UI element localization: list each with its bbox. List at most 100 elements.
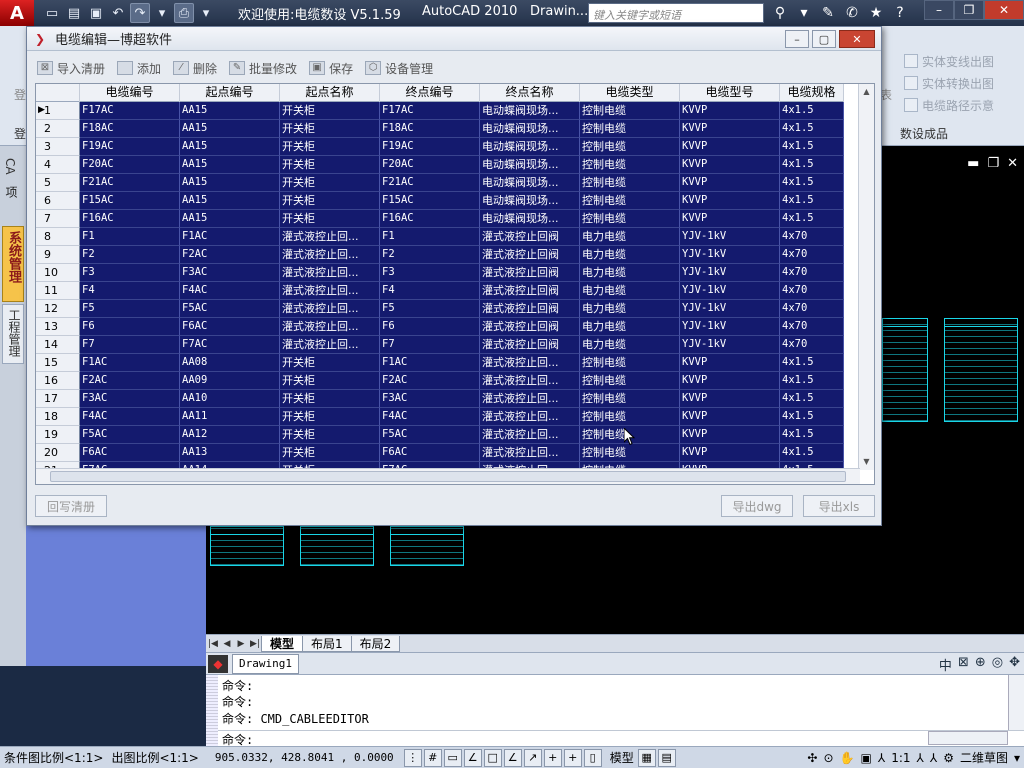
table-cell[interactable]: F15AC	[380, 192, 480, 210]
row-header[interactable]: 14	[36, 336, 80, 354]
table-cell[interactable]: KVVP	[680, 102, 780, 120]
tab-system-management[interactable]: 系统管理	[2, 226, 24, 302]
table-cell[interactable]: 4x1.5	[780, 120, 844, 138]
table-row[interactable]: 11 F4 F4AC 灌式液控止回... F4 灌式液控止回阀 电力电缆 YJV-1kV 4x7…	[36, 282, 860, 300]
table-row[interactable]: ▶ 1 F17AC AA15 开关柜 F17AC 电动蝶阀现场... 控制电缆 KVVP 4x1.…	[36, 102, 860, 120]
ribbon-entity-line-output[interactable]: 实体变线出图	[880, 50, 1024, 72]
ducs-icon[interactable]: ↗	[523, 748, 542, 767]
table-cell[interactable]: 灌式液控止回...	[280, 246, 380, 264]
tab-layout1[interactable]: 布局1	[302, 635, 352, 652]
table-cell[interactable]: 灌式液控止回...	[480, 354, 580, 372]
osnap-icon[interactable]: □	[483, 748, 502, 767]
table-cell[interactable]: YJV-1kV	[680, 264, 780, 282]
column-header[interactable]: 终点名称	[480, 84, 580, 102]
table-cell[interactable]: F6	[380, 318, 480, 336]
table-cell[interactable]: 控制电缆	[580, 120, 680, 138]
table-cell[interactable]: F4AC	[180, 282, 280, 300]
table-cell[interactable]: 灌式液控止回...	[280, 336, 380, 354]
open-file-icon[interactable]: ▤	[64, 3, 84, 23]
tools-dropdown-icon[interactable]: ▾	[794, 3, 814, 23]
export-xls-button[interactable]: 导出xls	[803, 495, 875, 517]
help-icon[interactable]: ?	[890, 3, 910, 23]
next-tab-icon[interactable]: ▶	[234, 639, 248, 649]
table-cell[interactable]: KVVP	[680, 210, 780, 228]
tab-model[interactable]: 模型	[261, 635, 304, 652]
viewport-restore-icon[interactable]: ❐	[987, 156, 999, 171]
showmotion-icon[interactable]: ▣	[861, 751, 872, 765]
table-cell[interactable]: F2	[80, 246, 180, 264]
quick-view-layouts-icon[interactable]: ▦	[637, 748, 656, 767]
table-cell[interactable]: F16AC	[380, 210, 480, 228]
tab-project-management[interactable]: 工程管理	[2, 304, 24, 364]
table-cell[interactable]: 控制电缆	[580, 174, 680, 192]
device-management-button[interactable]: ⬡ 设备管理	[365, 60, 433, 77]
qat-more-icon[interactable]: ▾	[196, 3, 216, 23]
snap-icon[interactable]: ⋮	[403, 748, 422, 767]
table-cell[interactable]: 开关柜	[280, 408, 380, 426]
table-cell[interactable]: YJV-1kV	[680, 228, 780, 246]
pan-icon[interactable]: ✥	[1009, 655, 1020, 674]
table-cell[interactable]: 电力电缆	[580, 300, 680, 318]
table-cell[interactable]: F7	[80, 336, 180, 354]
command-scrollbar[interactable]	[1008, 675, 1024, 733]
grid-icon[interactable]: #	[423, 748, 442, 767]
table-cell[interactable]: F6AC	[180, 318, 280, 336]
add-button[interactable]: 添加	[117, 60, 161, 77]
table-cell[interactable]: F17AC	[80, 102, 180, 120]
table-cell[interactable]: 灌式液控止回阀	[480, 228, 580, 246]
table-cell[interactable]: 灌式液控止回...	[280, 264, 380, 282]
table-cell[interactable]: 电动蝶阀现场...	[480, 102, 580, 120]
table-cell[interactable]: F5	[380, 300, 480, 318]
row-header[interactable]: 9	[36, 246, 80, 264]
table-row[interactable]: 18 F4AC AA11 开关柜 F4AC 灌式液控止回... 控制电缆 KVVP 4x1.5	[36, 408, 860, 426]
table-cell[interactable]: KVVP	[680, 174, 780, 192]
search-input[interactable]: 键入关键字或短语	[588, 3, 764, 23]
table-cell[interactable]: 电动蝶阀现场...	[480, 120, 580, 138]
table-row[interactable]: 16 F2AC AA09 开关柜 F2AC 灌式液控止回... 控制电缆 KVVP 4x1.5	[36, 372, 860, 390]
row-header[interactable]: 18	[36, 408, 80, 426]
table-cell[interactable]: F2AC	[180, 246, 280, 264]
table-cell[interactable]: F17AC	[380, 102, 480, 120]
table-cell[interactable]: F3	[80, 264, 180, 282]
table-cell[interactable]: AA15	[180, 174, 280, 192]
table-cell[interactable]: 4x1.5	[780, 138, 844, 156]
dialog-title-bar[interactable]: ❯ 电缆编辑—博超软件 – ▢ ✕	[27, 27, 881, 51]
table-cell[interactable]: 电力电缆	[580, 318, 680, 336]
table-cell[interactable]: KVVP	[680, 354, 780, 372]
grid-horizontal-scrollbar[interactable]	[36, 468, 860, 484]
table-cell[interactable]: AA09	[180, 372, 280, 390]
column-header[interactable]: 电缆编号	[80, 84, 180, 102]
chinese-input-icon[interactable]: 中	[939, 655, 952, 674]
viewport-close-icon[interactable]: ✕	[1007, 156, 1018, 171]
table-cell[interactable]: F3AC	[180, 264, 280, 282]
table-cell[interactable]: KVVP	[680, 390, 780, 408]
viewport-minimize-icon[interactable]: ▬	[967, 156, 979, 171]
table-cell[interactable]: F6	[80, 318, 180, 336]
row-header[interactable]: 19	[36, 426, 80, 444]
lineweight-icon[interactable]: +	[563, 748, 582, 767]
row-header[interactable]: 6	[36, 192, 80, 210]
row-header[interactable]: 5	[36, 174, 80, 192]
table-cell[interactable]: AA15	[180, 192, 280, 210]
table-row[interactable]: 2 F18AC AA15 开关柜 F18AC 电动蝶阀现场... 控制电缆 KVVP 4x1.5	[36, 120, 860, 138]
table-cell[interactable]: F5AC	[80, 426, 180, 444]
table-cell[interactable]: 灌式液控止回阀	[480, 300, 580, 318]
table-cell[interactable]: 4x70	[780, 300, 844, 318]
table-cell[interactable]: 4x1.5	[780, 408, 844, 426]
column-header[interactable]: 终点编号	[380, 84, 480, 102]
table-cell[interactable]: AA08	[180, 354, 280, 372]
table-cell[interactable]: 灌式液控止回...	[280, 300, 380, 318]
table-cell[interactable]: YJV-1kV	[680, 318, 780, 336]
row-header[interactable]: 8	[36, 228, 80, 246]
table-cell[interactable]: 控制电缆	[580, 156, 680, 174]
table-cell[interactable]: 电动蝶阀现场...	[480, 192, 580, 210]
table-cell[interactable]: KVVP	[680, 444, 780, 462]
table-row[interactable]: 15 F1AC AA08 开关柜 F1AC 灌式液控止回... 控制电缆 KVVP 4x1.5	[36, 354, 860, 372]
table-cell[interactable]: 灌式液控止回...	[280, 282, 380, 300]
table-row[interactable]: 3 F19AC AA15 开关柜 F19AC 电动蝶阀现场... 控制电缆 KVVP 4x1.5	[36, 138, 860, 156]
table-cell[interactable]: 4x1.5	[780, 192, 844, 210]
table-row[interactable]: 19 F5AC AA12 开关柜 F5AC 灌式液控止回... 控制电缆 KVVP 4x1.5	[36, 426, 860, 444]
table-cell[interactable]: F21AC	[80, 174, 180, 192]
table-cell[interactable]: 灌式液控止回...	[280, 318, 380, 336]
table-cell[interactable]: YJV-1kV	[680, 336, 780, 354]
